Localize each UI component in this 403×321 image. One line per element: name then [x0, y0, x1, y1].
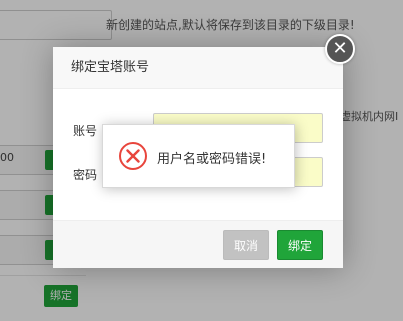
dialog-title: 绑定宝塔账号: [53, 47, 343, 89]
password-label: 密码: [73, 168, 98, 182]
cancel-button[interactable]: 取消: [223, 230, 269, 260]
error-toast: 用户名或密码错误!: [102, 124, 295, 188]
dialog-footer: 取消 绑定: [53, 220, 343, 268]
bind-button[interactable]: 绑定: [277, 230, 323, 260]
account-label: 账号: [73, 124, 98, 138]
error-circle-icon: [119, 142, 147, 170]
close-icon[interactable]: ✕: [325, 34, 355, 64]
error-message: 用户名或密码错误!: [157, 152, 267, 167]
